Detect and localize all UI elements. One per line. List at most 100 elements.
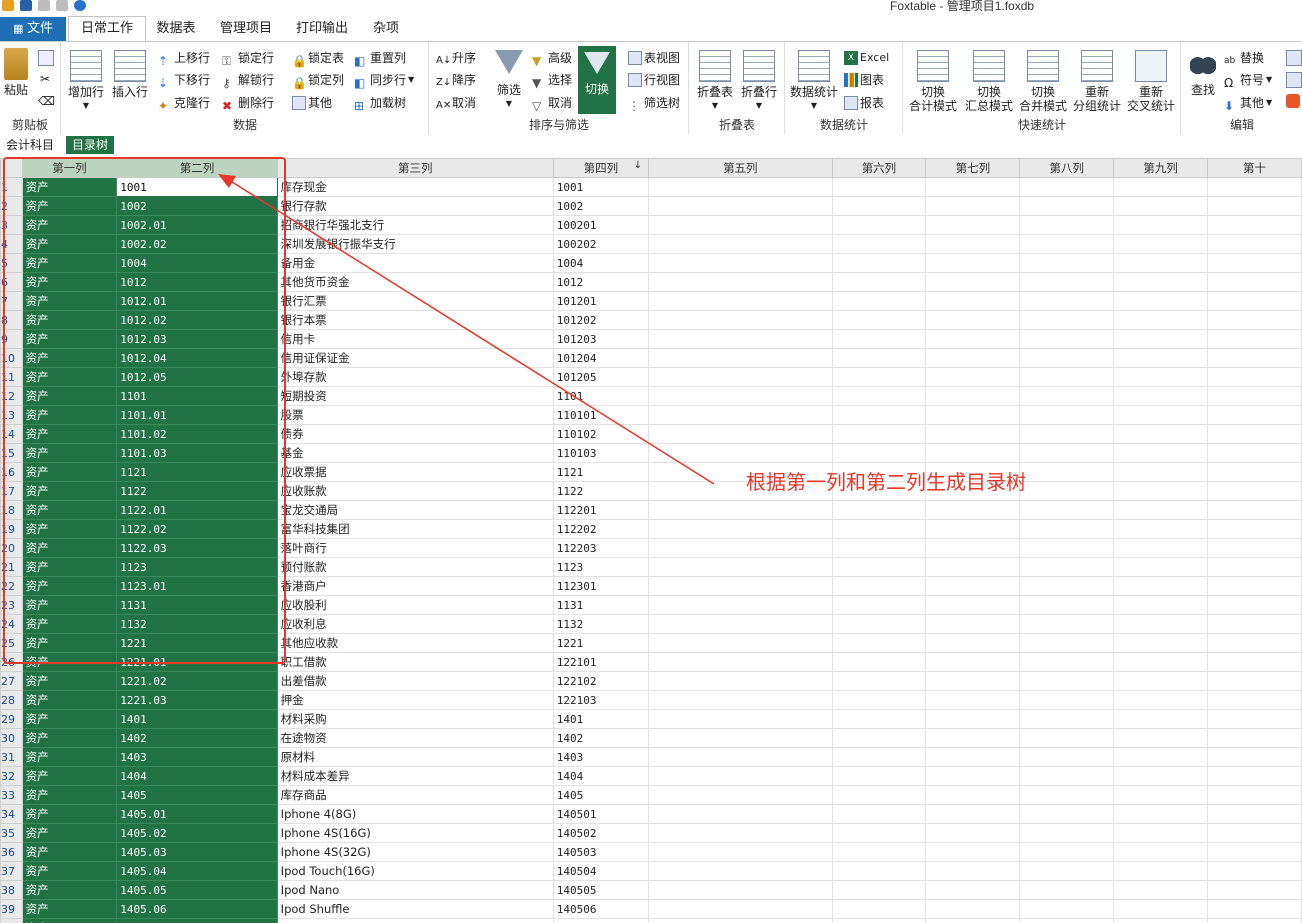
table-row[interactable]: 18 资产 1122.01 宝龙交通局 112201: [0, 500, 1302, 520]
cell-empty[interactable]: [1207, 196, 1302, 216]
cell-col2[interactable]: 1405.01: [116, 804, 278, 824]
cell-col2[interactable]: 1405.03: [116, 842, 278, 862]
table-row[interactable]: 28 资产 1221.03 押金 122103: [0, 690, 1302, 710]
cell-empty[interactable]: [831, 880, 927, 900]
table-row[interactable]: 36 资产 1405.03 Iphone 4S(32G) 140503: [0, 842, 1302, 862]
cell-col1[interactable]: 资产: [21, 234, 118, 254]
cell-empty[interactable]: [1019, 880, 1115, 900]
row-number[interactable]: 17: [0, 481, 23, 501]
grid-small-icon[interactable]: [1286, 50, 1302, 66]
row-number[interactable]: 37: [0, 861, 23, 881]
row-number[interactable]: 3: [0, 215, 23, 235]
cell-empty[interactable]: [925, 424, 1021, 444]
cell-col2[interactable]: 1012.03: [116, 329, 278, 349]
cell-col1[interactable]: 资产: [21, 443, 118, 463]
table-row[interactable]: 23 资产 1131 应收股利 1131: [0, 595, 1302, 615]
column-header[interactable]: 第十: [1207, 158, 1302, 178]
cell-empty[interactable]: [831, 272, 927, 292]
cell-empty[interactable]: [1207, 766, 1302, 786]
table-row[interactable]: 37 资产 1405.04 Ipod Touch(16G) 140504: [0, 861, 1302, 881]
cell-col4[interactable]: 1122: [552, 481, 650, 501]
cell-empty[interactable]: [831, 652, 927, 672]
row-number[interactable]: 22: [0, 576, 23, 596]
cell-empty[interactable]: [925, 519, 1021, 539]
cell-empty[interactable]: [1207, 785, 1302, 805]
cell-empty[interactable]: [648, 918, 833, 923]
cell-col3[interactable]: 银行存款: [276, 196, 554, 216]
cell-empty[interactable]: [1113, 367, 1209, 387]
row-number[interactable]: 29: [0, 709, 23, 729]
cell-col2[interactable]: 1122.01: [116, 500, 278, 520]
cell-col1[interactable]: 资产: [21, 633, 118, 653]
cell-empty[interactable]: [831, 861, 927, 881]
column-header[interactable]: 第八列: [1019, 158, 1115, 178]
redo-icon[interactable]: [56, 0, 68, 11]
cell-empty[interactable]: [831, 728, 927, 748]
lock-col-button[interactable]: 🔒 锁定列: [292, 70, 344, 90]
cell-empty[interactable]: [648, 272, 833, 292]
cell-col2[interactable]: 1012: [116, 272, 278, 292]
cell-col4[interactable]: 1001: [552, 177, 650, 197]
save-icon[interactable]: [20, 0, 32, 11]
cell-col2[interactable]: 1403: [116, 747, 278, 767]
cell-empty[interactable]: [1113, 291, 1209, 311]
cell-empty[interactable]: [1019, 918, 1115, 923]
cell-empty[interactable]: [1207, 310, 1302, 330]
cell-empty[interactable]: [1113, 766, 1209, 786]
cell-empty[interactable]: [1207, 633, 1302, 653]
cell-empty[interactable]: [1113, 595, 1209, 615]
cell-col3[interactable]: 库存商品: [276, 785, 554, 805]
cell-col3[interactable]: 其他货币资金: [276, 272, 554, 292]
lock-table-button[interactable]: 🔒 锁定表: [292, 48, 344, 68]
tab-misc[interactable]: 杂项: [364, 18, 408, 40]
cell-col1[interactable]: 资产: [21, 899, 118, 919]
cell-empty[interactable]: [831, 424, 927, 444]
cell-empty[interactable]: [925, 766, 1021, 786]
cell-empty[interactable]: [831, 329, 927, 349]
cell-empty[interactable]: [925, 272, 1021, 292]
cell-empty[interactable]: [648, 614, 833, 634]
filter-tree-button[interactable]: ⋮ 筛选树: [628, 93, 680, 113]
cell-col1[interactable]: 资产: [21, 595, 118, 615]
cell-empty[interactable]: [925, 500, 1021, 520]
cell-col4[interactable]: 100201: [552, 215, 650, 235]
cell-empty[interactable]: [1207, 272, 1302, 292]
column-header[interactable]: 第七列: [925, 158, 1021, 178]
cell-col3[interactable]: 材料采购: [276, 709, 554, 729]
cell-empty[interactable]: [1019, 557, 1115, 577]
cell-empty[interactable]: [1207, 348, 1302, 368]
cell-empty[interactable]: [1113, 196, 1209, 216]
replace-button[interactable]: ab 替换: [1224, 48, 1264, 68]
filter-cancel-button[interactable]: ▽ 取消: [532, 93, 572, 113]
find-button[interactable]: 查找: [1186, 50, 1220, 97]
cell-col1[interactable]: 资产: [21, 272, 118, 292]
summary-mode-button[interactable]: 切换 汇总模式: [962, 50, 1016, 113]
cell-empty[interactable]: [1207, 538, 1302, 558]
cell-col4[interactable]: 1404: [552, 766, 650, 786]
cell-empty[interactable]: [1207, 576, 1302, 596]
cell-empty[interactable]: [831, 177, 927, 197]
cell-empty[interactable]: [1019, 500, 1115, 520]
cell-empty[interactable]: [831, 823, 927, 843]
cell-empty[interactable]: [1113, 272, 1209, 292]
cell-empty[interactable]: [1207, 462, 1302, 482]
cell-empty[interactable]: [925, 595, 1021, 615]
cell-empty[interactable]: [831, 348, 927, 368]
sum-mode-button[interactable]: 切换 合计模式: [906, 50, 960, 113]
cell-empty[interactable]: [1019, 614, 1115, 634]
cell-col3[interactable]: 短期投资: [276, 386, 554, 406]
row-number[interactable]: 12: [0, 386, 23, 406]
table-row[interactable]: 21 资产 1123 预付账款 1123: [0, 557, 1302, 577]
cell-empty[interactable]: [1113, 861, 1209, 881]
row-view-button[interactable]: 行视图: [628, 70, 680, 90]
cell-col4[interactable]: 1002: [552, 196, 650, 216]
cell-empty[interactable]: [925, 823, 1021, 843]
cell-col2[interactable]: 1012.01: [116, 291, 278, 311]
cell-empty[interactable]: [1019, 728, 1115, 748]
cell-empty[interactable]: [648, 652, 833, 672]
table-row[interactable]: 3 资产 1002.01 招商银行华强北支行 100201: [0, 215, 1302, 235]
cell-empty[interactable]: [831, 519, 927, 539]
table-row[interactable]: 8 资产 1012.02 银行本票 101202: [0, 310, 1302, 330]
cell-empty[interactable]: [1019, 899, 1115, 919]
cell-col4[interactable]: 101203: [552, 329, 650, 349]
